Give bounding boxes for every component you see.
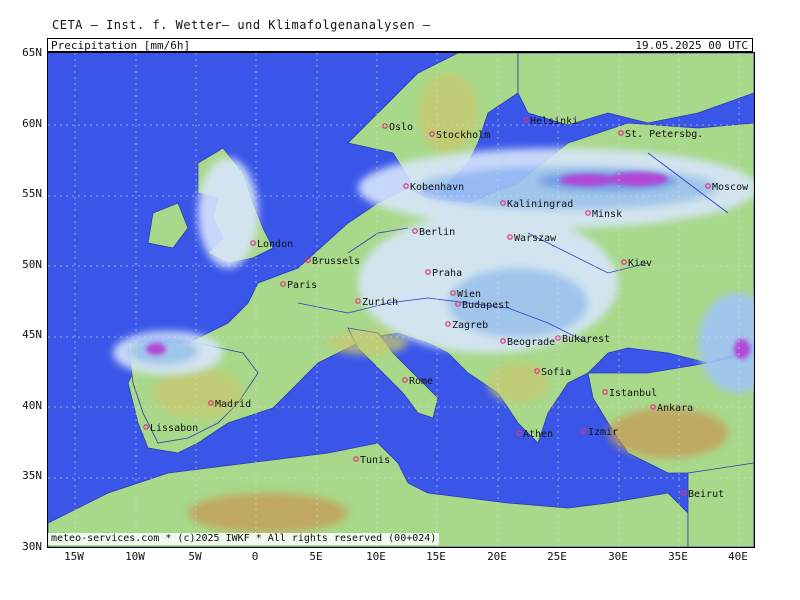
city-london: London xyxy=(250,239,293,250)
precip-peak-east xyxy=(734,339,750,359)
lon-label-5e: 5E xyxy=(309,550,323,563)
valid-datetime: 19.05.2025 00 UTC xyxy=(635,39,748,52)
city-ankara: Ankara xyxy=(650,403,693,414)
variable-label: Precipitation [mm/6h] xyxy=(51,39,190,52)
lon-label-25e: 25E xyxy=(547,550,567,563)
city-label: Berlin xyxy=(419,227,455,238)
city-budapest: Budapest xyxy=(455,300,510,311)
city-brussels: Brussels xyxy=(305,256,360,267)
lon-label-20e: 20E xyxy=(487,550,507,563)
city-label: Madrid xyxy=(215,399,251,410)
lon-label-0: 0 xyxy=(251,550,259,563)
city-lissabon: Lissabon xyxy=(143,423,198,434)
city-label: Sofia xyxy=(541,367,571,378)
city-moscow: Moscow xyxy=(705,182,749,193)
city-helsinki: Helsinki xyxy=(523,116,578,127)
lon-label-10w: 10W xyxy=(125,550,145,563)
map-svg: Oslo Stockholm Helsinki St. Petersbg. Kobenh… xyxy=(48,53,754,547)
city-label: Istanbul xyxy=(609,388,657,399)
city-label: Stockholm xyxy=(436,130,490,141)
city-st-petersbg: St. Petersbg. xyxy=(618,129,703,140)
city-label: Zurich xyxy=(362,297,398,308)
city-label: Lissabon xyxy=(150,423,198,434)
copyright-footer: meteo-services.com * (c)2025 IWKF * All … xyxy=(48,533,440,545)
city-label: Moscow xyxy=(712,182,749,193)
city-beirut: Beirut xyxy=(681,489,724,500)
city-athen: Athen xyxy=(516,429,553,440)
city-label: Izmir xyxy=(588,427,618,438)
lat-label-35n: 35N xyxy=(22,469,42,482)
lat-label-60n: 60N xyxy=(22,117,42,130)
precip-peak-iberia xyxy=(146,343,166,355)
lat-label-45n: 45N xyxy=(22,328,42,341)
land-levant xyxy=(687,462,754,547)
city-label: Oslo xyxy=(389,122,413,133)
city-label: Minsk xyxy=(592,209,622,220)
city-label: Helsinki xyxy=(530,116,578,127)
city-label: Kaliningrad xyxy=(507,199,573,210)
city-label: Zagreb xyxy=(452,320,488,331)
precip-peak-north-2 xyxy=(608,172,668,186)
city-label: London xyxy=(257,239,293,250)
city-label: Brussels xyxy=(312,256,360,267)
lat-label-55n: 55N xyxy=(22,187,42,200)
city-minsk: Minsk xyxy=(585,209,622,220)
city-kaliningrad: Kaliningrad xyxy=(500,199,573,210)
city-zurich: Zurich xyxy=(355,297,398,308)
city-label: Athen xyxy=(523,429,553,440)
city-label: Tunis xyxy=(360,455,390,466)
city-label: Paris xyxy=(287,280,317,291)
lon-label-10e: 10E xyxy=(366,550,386,563)
chart-title: CETA — Inst. f. Wetter— und Klimafolgena… xyxy=(52,18,431,32)
city-label: Kiev xyxy=(628,258,652,269)
city-label: Beirut xyxy=(688,489,724,500)
lon-label-35e: 35E xyxy=(668,550,688,563)
lon-label-5w: 5W xyxy=(188,550,202,563)
variable-name: Precipitation xyxy=(51,39,138,52)
city-label: Beograde xyxy=(507,337,555,348)
variable-unit: [mm/6h] xyxy=(143,39,191,52)
lon-label-15e: 15E xyxy=(426,550,446,563)
lat-label-65n: 65N xyxy=(22,46,42,59)
city-izmir: Izmir xyxy=(581,427,618,438)
city-bukarest: Bukarest xyxy=(555,334,610,345)
precip-britain xyxy=(198,158,258,268)
precip-peak-north-1 xyxy=(560,174,616,186)
city-madrid: Madrid xyxy=(208,399,251,410)
city-warszaw: Warszaw xyxy=(507,233,557,244)
city-label: Ankara xyxy=(657,403,693,414)
city-istanbul: Istanbul xyxy=(602,388,657,399)
lat-label-30n: 30N xyxy=(22,540,42,553)
map-canvas[interactable]: Oslo Stockholm Helsinki St. Petersbg. Kobenh… xyxy=(47,52,755,548)
map-header: Precipitation [mm/6h] 19.05.2025 00 UTC xyxy=(47,38,753,52)
city-beograde: Beograde xyxy=(500,337,555,348)
city-paris: Paris xyxy=(280,280,317,291)
city-stockholm: Stockholm xyxy=(429,130,490,141)
city-label: Budapest xyxy=(462,300,510,311)
city-kobenhavn: Kobenhavn xyxy=(403,182,464,193)
city-label: Wien xyxy=(457,289,481,300)
lon-label-40e: 40E xyxy=(728,550,748,563)
city-tunis: Tunis xyxy=(353,455,390,466)
city-praha: Praha xyxy=(425,268,462,279)
city-label: St. Petersbg. xyxy=(625,129,703,140)
city-label: Rome xyxy=(409,376,433,387)
city-label: Warszaw xyxy=(514,233,557,244)
city-berlin: Berlin xyxy=(412,227,455,238)
lat-label-40n: 40N xyxy=(22,399,42,412)
lat-label-50n: 50N xyxy=(22,258,42,271)
lon-label-15w: 15W xyxy=(64,550,84,563)
city-label: Kobenhavn xyxy=(410,182,464,193)
city-sofia: Sofia xyxy=(534,367,571,378)
city-label: Praha xyxy=(432,268,462,279)
city-label: Bukarest xyxy=(562,334,610,345)
city-zagreb: Zagreb xyxy=(445,320,488,331)
lon-label-30e: 30E xyxy=(608,550,628,563)
